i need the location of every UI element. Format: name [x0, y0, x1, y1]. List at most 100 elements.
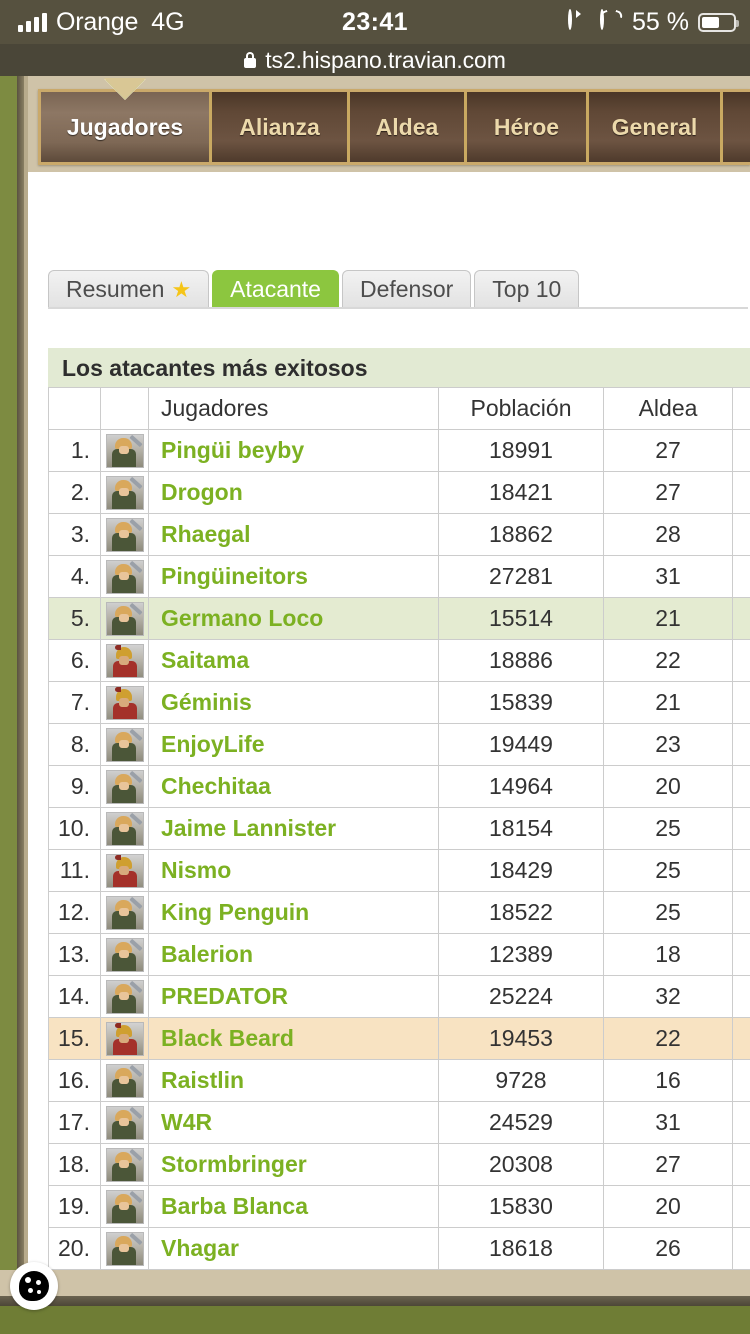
teuton-avatar-icon	[105, 433, 144, 468]
player-link[interactable]: King Penguin	[161, 899, 309, 925]
sub-tab-top-10[interactable]: Top 10	[474, 270, 580, 308]
row-avatar-cell	[100, 1017, 149, 1060]
row-extra	[732, 555, 750, 598]
browser-url-bar[interactable]: ts2.hispano.travian.com	[0, 44, 750, 76]
row-villages: 18	[603, 933, 733, 976]
player-link[interactable]: Jaime Lannister	[161, 815, 336, 841]
player-link[interactable]: Raistlin	[161, 1067, 244, 1093]
row-avatar-cell	[100, 681, 149, 724]
row-rank: 2.	[48, 471, 101, 514]
row-avatar-cell	[100, 513, 149, 556]
table-row[interactable]: 4. Pingüineitors 27281 31	[48, 555, 750, 598]
row-villages: 31	[603, 1101, 733, 1144]
nav-tab-aldea[interactable]: Aldea	[350, 92, 467, 162]
row-rank: 7.	[48, 681, 101, 724]
table-row[interactable]: 18. Stormbringer 20308 27	[48, 1143, 750, 1186]
nav-tab-overflow[interactable]	[723, 92, 750, 162]
sub-tab-underline	[48, 307, 748, 309]
nav-tab-h-roe[interactable]: Héroe	[467, 92, 589, 162]
row-rank: 3.	[48, 513, 101, 556]
row-population: 9728	[438, 1059, 604, 1102]
table-row[interactable]: 17. W4R 24529 31	[48, 1101, 750, 1144]
table-row[interactable]: 3. Rhaegal 18862 28	[48, 513, 750, 556]
row-extra	[732, 765, 750, 808]
player-link[interactable]: W4R	[161, 1109, 212, 1135]
table-row[interactable]: 6. Saitama 18886 22	[48, 639, 750, 682]
row-player-cell: Black Beard	[148, 1017, 439, 1060]
nav-tab-general[interactable]: General	[589, 92, 723, 162]
player-link[interactable]: Nismo	[161, 857, 231, 883]
player-link[interactable]: Barba Blanca	[161, 1193, 308, 1219]
player-link[interactable]: Black Beard	[161, 1025, 294, 1051]
player-link[interactable]: Pingüineitors	[161, 563, 308, 589]
row-rank: 18.	[48, 1143, 101, 1186]
row-population: 19453	[438, 1017, 604, 1060]
player-link[interactable]: Chechitaa	[161, 773, 271, 799]
row-extra	[732, 723, 750, 766]
table-row[interactable]: 10. Jaime Lannister 18154 25	[48, 807, 750, 850]
table-row[interactable]: 1. Pingüi beyby 18991 27	[48, 429, 750, 472]
nav-tab-row: Jugadores Alianza Aldea Héroe General	[41, 78, 750, 162]
sub-tab-defensor[interactable]: Defensor	[341, 270, 472, 308]
row-avatar-cell	[100, 471, 149, 514]
sub-tab-atacante[interactable]: Atacante	[212, 270, 339, 308]
player-link[interactable]: Saitama	[161, 647, 249, 673]
player-link[interactable]: Géminis	[161, 689, 252, 715]
row-population: 24529	[438, 1101, 604, 1144]
table-row[interactable]: 11. Nismo 18429 25	[48, 849, 750, 892]
player-link[interactable]: Germano Loco	[161, 605, 323, 631]
sub-tab-label: Top 10	[492, 276, 562, 302]
player-link[interactable]: Drogon	[161, 479, 243, 505]
table-row[interactable]: 14. PREDATOR 25224 32	[48, 975, 750, 1018]
url-text: ts2.hispano.travian.com	[265, 46, 506, 73]
table-row[interactable]: 9. Chechitaa 14964 20	[48, 765, 750, 808]
row-population: 18154	[438, 807, 604, 850]
teuton-avatar-icon	[105, 1105, 144, 1140]
table-row[interactable]: 12. King Penguin 18522 25	[48, 891, 750, 934]
row-player-cell: Pingüineitors	[148, 555, 439, 598]
row-extra	[732, 1059, 750, 1102]
table-row[interactable]: 16. Raistlin 9728 16	[48, 1059, 750, 1102]
rankings-table: Jugadores Población Aldea 1. Pingüi beyby…	[48, 387, 750, 1270]
cookie-icon[interactable]	[10, 1262, 58, 1310]
row-villages: 22	[603, 639, 733, 682]
nav-tab-jugadores[interactable]: Jugadores	[41, 78, 212, 162]
player-link[interactable]: Stormbringer	[161, 1151, 307, 1177]
frame-left-green	[0, 76, 17, 1334]
frame-bottom-dark	[0, 1296, 750, 1306]
table-row[interactable]: 2. Drogon 18421 27	[48, 471, 750, 514]
table-row[interactable]: 13. Balerion 12389 18	[48, 933, 750, 976]
teuton-avatar-icon	[105, 937, 144, 972]
row-player-cell: W4R	[148, 1101, 439, 1144]
table-row[interactable]: 15. Black Beard 19453 22	[48, 1017, 750, 1060]
table-header-row: Jugadores Población Aldea	[48, 387, 750, 430]
row-villages: 27	[603, 471, 733, 514]
player-link[interactable]: Balerion	[161, 941, 253, 967]
player-link[interactable]: EnjoyLife	[161, 731, 265, 757]
row-extra	[732, 681, 750, 724]
teuton-avatar-icon	[105, 769, 144, 804]
row-rank: 1.	[48, 429, 101, 472]
table-row[interactable]: 19. Barba Blanca 15830 20	[48, 1185, 750, 1228]
row-player-cell: Germano Loco	[148, 597, 439, 640]
row-villages: 25	[603, 807, 733, 850]
row-avatar-cell	[100, 555, 149, 598]
frame-bottom-green	[0, 1306, 750, 1334]
row-player-cell: Chechitaa	[148, 765, 439, 808]
nav-tab-alianza[interactable]: Alianza	[212, 92, 350, 162]
row-population: 14964	[438, 765, 604, 808]
row-player-cell: King Penguin	[148, 891, 439, 934]
player-link[interactable]: Pingüi beyby	[161, 437, 304, 463]
header-villages: Aldea	[603, 387, 733, 430]
table-row[interactable]: 5. Germano Loco 15514 21	[48, 597, 750, 640]
player-link[interactable]: PREDATOR	[161, 983, 288, 1009]
row-avatar-cell	[100, 1059, 149, 1102]
row-villages: 27	[603, 429, 733, 472]
ios-status-bar: Orange 4G 23:41 55 %	[0, 0, 750, 44]
player-link[interactable]: Rhaegal	[161, 521, 250, 547]
table-row[interactable]: 7. Géminis 15839 21	[48, 681, 750, 724]
sub-tab-resumen[interactable]: Resumen ★	[48, 270, 210, 308]
row-avatar-cell	[100, 891, 149, 934]
table-row[interactable]: 8. EnjoyLife 19449 23	[48, 723, 750, 766]
player-link[interactable]: Vhagar	[161, 1235, 239, 1261]
